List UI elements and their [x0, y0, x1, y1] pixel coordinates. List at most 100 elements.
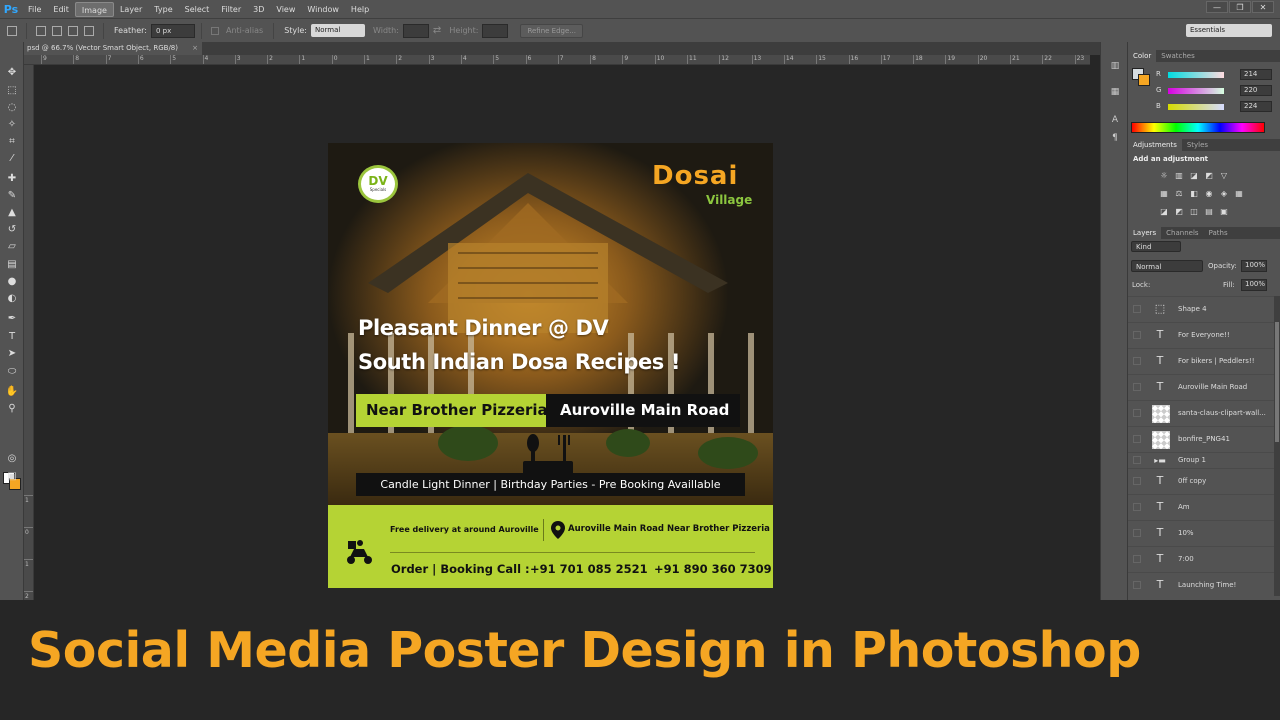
layer-row[interactable]: T Launching Time!: [1128, 572, 1274, 598]
dodge-tool-icon[interactable]: ◐: [5, 292, 19, 306]
fill-input[interactable]: 100%: [1241, 279, 1267, 291]
layer-row[interactable]: ⬚ Shape 4: [1128, 296, 1274, 322]
new-selection-icon[interactable]: [36, 25, 46, 36]
tab-styles[interactable]: Styles: [1182, 139, 1213, 151]
visibility-toggle[interactable]: [1133, 357, 1141, 365]
layer-row[interactable]: T 0ff copy: [1128, 468, 1274, 494]
green-slider[interactable]: G 220: [1156, 85, 1276, 96]
type-tool-icon[interactable]: T: [5, 330, 19, 344]
intersect-selection-icon[interactable]: [84, 25, 94, 36]
zoom-tool-icon[interactable]: ⚲: [5, 402, 19, 416]
close-button[interactable]: ✕: [1252, 1, 1274, 13]
visibility-toggle[interactable]: [1133, 456, 1141, 464]
layer-row[interactable]: T For Everyone!!: [1128, 322, 1274, 348]
menu-type[interactable]: Type: [148, 2, 178, 17]
tab-paths[interactable]: Paths: [1204, 227, 1233, 239]
visibility-toggle[interactable]: [1133, 555, 1141, 563]
green-value[interactable]: 220: [1240, 85, 1272, 96]
marquee-tool-icon[interactable]: ⬚: [5, 84, 19, 98]
visibility-toggle[interactable]: [1133, 477, 1141, 485]
selective-color-icon[interactable]: ▣: [1218, 206, 1230, 218]
menu-window[interactable]: Window: [301, 2, 345, 17]
menu-help[interactable]: Help: [345, 2, 375, 17]
blue-track[interactable]: [1168, 104, 1224, 110]
menu-filter[interactable]: Filter: [215, 2, 247, 17]
black-white-icon[interactable]: ◧: [1188, 188, 1200, 200]
green-track[interactable]: [1168, 88, 1224, 94]
minimize-button[interactable]: —: [1206, 1, 1228, 13]
tab-swatches[interactable]: Swatches: [1156, 50, 1199, 62]
hand-tool-icon[interactable]: ✋: [5, 385, 19, 399]
menu-view[interactable]: View: [270, 2, 301, 17]
gradient-tool-icon[interactable]: ▤: [5, 258, 19, 272]
layer-row[interactable]: T Auroville Main Road: [1128, 374, 1274, 400]
visibility-toggle[interactable]: [1133, 581, 1141, 589]
document-tab[interactable]: psd @ 66.7% (Vector Smart Object, RGB/8)…: [24, 42, 202, 55]
menu-layer[interactable]: Layer: [114, 2, 148, 17]
height-input[interactable]: [482, 23, 509, 38]
history-brush-tool-icon[interactable]: ↺: [5, 223, 19, 237]
hue-saturation-icon[interactable]: ▦: [1158, 188, 1170, 200]
kind-filter-select[interactable]: Kind: [1131, 241, 1181, 252]
add-selection-icon[interactable]: [52, 25, 62, 36]
exposure-icon[interactable]: ◩: [1203, 170, 1215, 182]
layer-row[interactable]: T Am: [1128, 494, 1274, 520]
color-spectrum-bar[interactable]: [1131, 122, 1265, 133]
blue-slider[interactable]: B 224: [1156, 101, 1276, 112]
layer-row[interactable]: bonfire_PNG41: [1128, 426, 1274, 452]
levels-icon[interactable]: ▥: [1173, 170, 1185, 182]
menu-image[interactable]: Image: [74, 1, 114, 17]
layer-row[interactable]: T 10%: [1128, 520, 1274, 546]
tab-layers[interactable]: Layers: [1128, 227, 1162, 239]
healing-tool-icon[interactable]: ✚: [5, 172, 19, 186]
brightness-icon[interactable]: ☼: [1158, 170, 1170, 182]
red-value[interactable]: 214: [1240, 69, 1272, 80]
refine-edge-button[interactable]: Refine Edge...: [520, 23, 583, 38]
color-balance-icon[interactable]: ⚖: [1173, 188, 1185, 200]
visibility-toggle[interactable]: [1133, 383, 1141, 391]
subtract-selection-icon[interactable]: [68, 25, 78, 36]
vertical-ruler[interactable]: 10123: [24, 65, 34, 600]
eyedropper-tool-icon[interactable]: ⁄: [5, 152, 19, 166]
magic-wand-tool-icon[interactable]: ✧: [5, 118, 19, 132]
threshold-icon[interactable]: ◫: [1188, 206, 1200, 218]
restore-button[interactable]: ❐: [1229, 1, 1251, 13]
layer-row[interactable]: T 7:00: [1128, 546, 1274, 572]
red-slider[interactable]: R 214: [1156, 69, 1276, 80]
pen-tool-icon[interactable]: ✒: [5, 312, 19, 326]
tab-color[interactable]: Color: [1128, 50, 1157, 62]
quick-mask-icon[interactable]: ◎: [5, 452, 19, 466]
blue-value[interactable]: 224: [1240, 101, 1272, 112]
color-lookup-icon[interactable]: ▦: [1233, 188, 1245, 200]
horizontal-ruler[interactable]: 9 8 7 6 5 4 3 2 1 0 1 2 3 4 5 6 7 8 9 10 11 12 13 14 15 16 17 18 19 2…: [24, 55, 1090, 65]
bg-color-chip[interactable]: [1138, 74, 1150, 86]
poster-artboard[interactable]: DV Specials Dosai Village Pleasant Dinne…: [328, 143, 773, 588]
layer-row[interactable]: ▸▬ Group 1: [1128, 452, 1274, 468]
shape-tool-icon[interactable]: ⬭: [5, 365, 19, 379]
properties-panel-icon[interactable]: ▦: [1109, 86, 1121, 98]
screen-mode-icon[interactable]: ▣: [5, 470, 19, 484]
blend-mode-select[interactable]: Normal: [1131, 260, 1203, 272]
close-tab-icon[interactable]: ×: [192, 42, 198, 55]
channel-mixer-icon[interactable]: ◈: [1218, 188, 1230, 200]
history-panel-icon[interactable]: ▥: [1109, 60, 1121, 72]
style-select[interactable]: Normal: [310, 24, 365, 37]
swap-icon[interactable]: ⇄: [433, 25, 441, 36]
feather-input[interactable]: 0 px: [150, 23, 195, 38]
layer-row[interactable]: santa-claus-clipart-wall...: [1128, 400, 1274, 426]
move-tool-icon[interactable]: ✥: [5, 66, 19, 80]
tab-adjustments[interactable]: Adjustments: [1128, 139, 1182, 151]
menu-edit[interactable]: Edit: [47, 2, 75, 17]
layers-scroll-thumb[interactable]: [1275, 322, 1279, 442]
menu-3d[interactable]: 3D: [247, 2, 270, 17]
gradient-map-icon[interactable]: ▤: [1203, 206, 1215, 218]
visibility-toggle[interactable]: [1133, 409, 1141, 417]
paragraph-panel-icon[interactable]: ¶: [1109, 132, 1121, 144]
vibrance-icon[interactable]: ▽: [1218, 170, 1230, 182]
menu-select[interactable]: Select: [179, 2, 216, 17]
stamp-tool-icon[interactable]: ▲: [5, 206, 19, 220]
red-track[interactable]: [1168, 72, 1224, 78]
marquee-preset-icon[interactable]: [7, 25, 17, 36]
photo-filter-icon[interactable]: ◉: [1203, 188, 1215, 200]
crop-tool-icon[interactable]: ⌗: [5, 135, 19, 149]
